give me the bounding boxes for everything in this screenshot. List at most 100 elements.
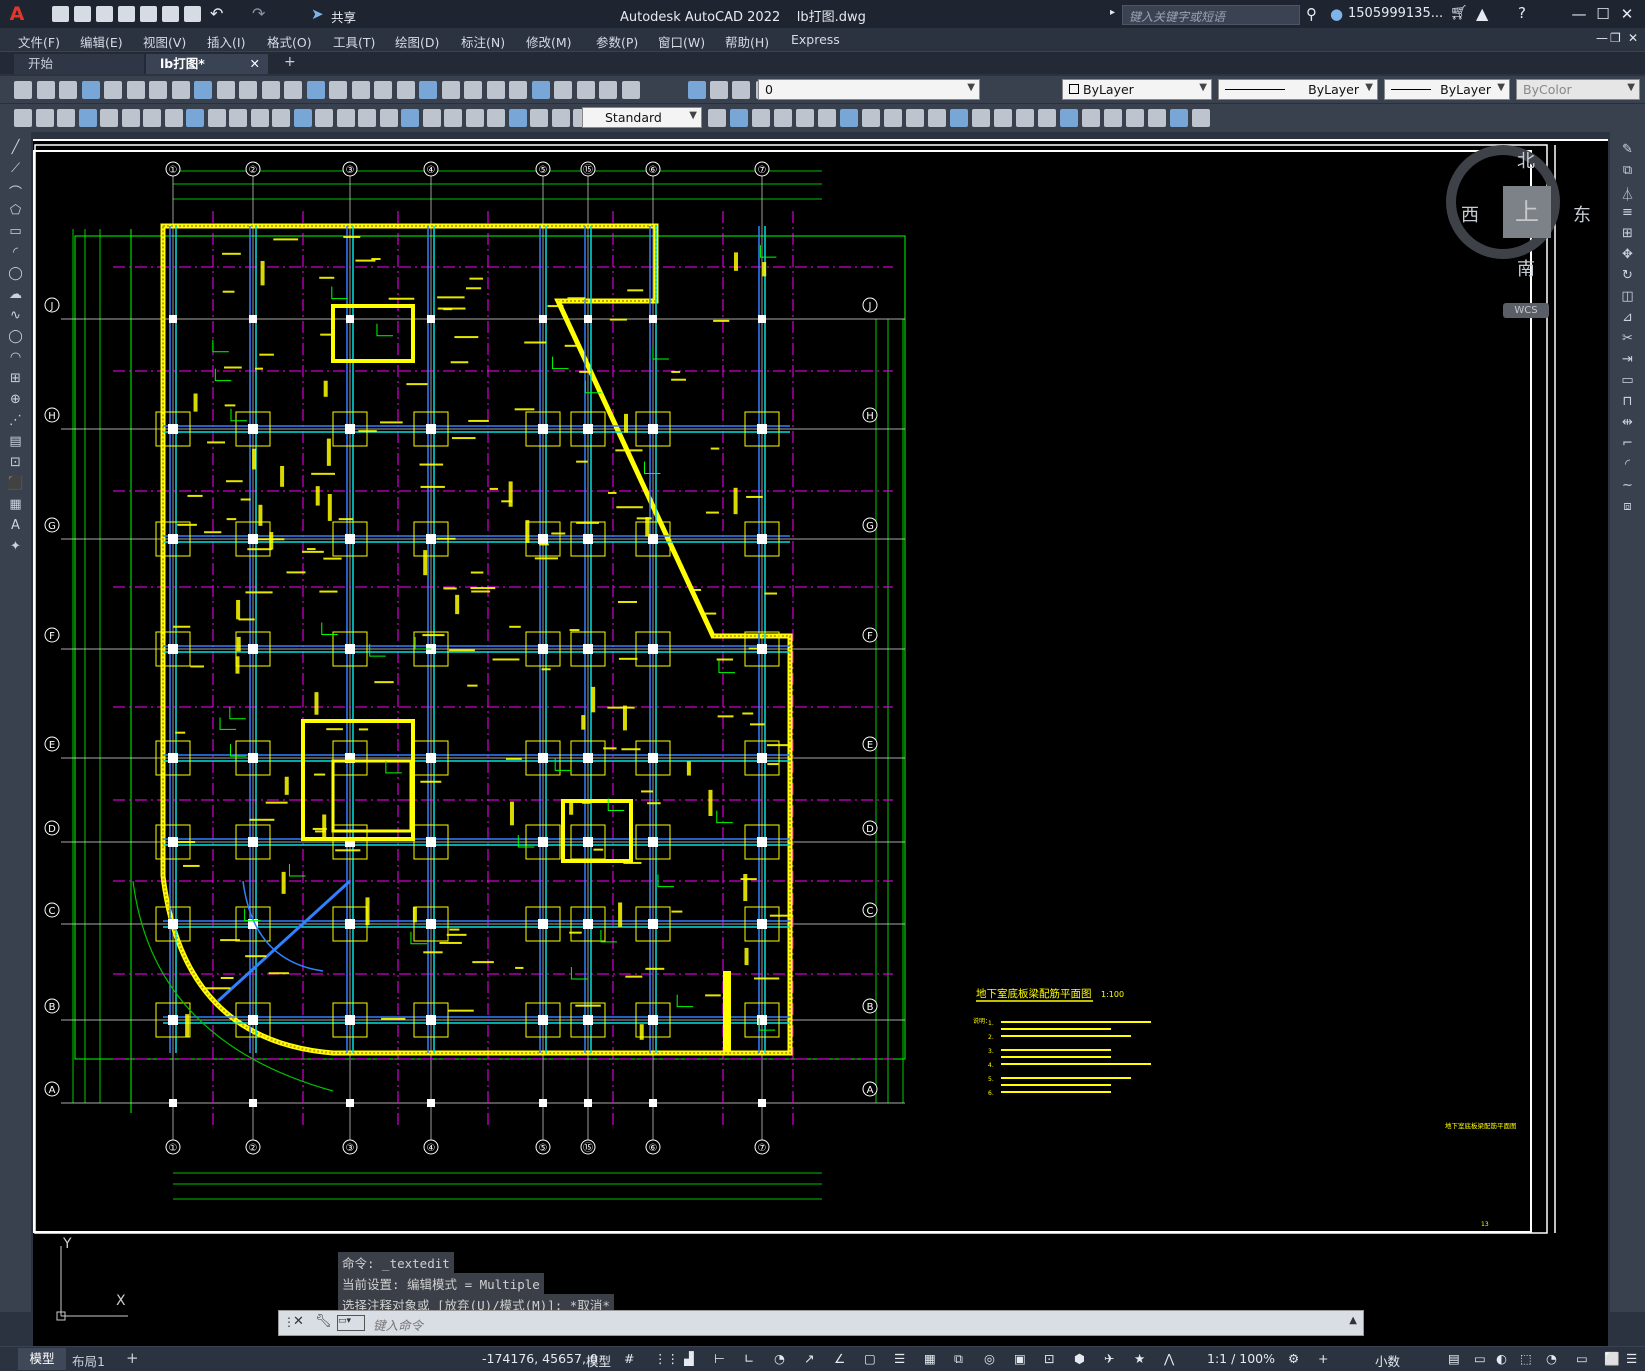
new-icon[interactable]: [52, 6, 69, 22]
menu-dimension[interactable]: 标注(N): [461, 32, 505, 51]
toolbar-tool-icon[interactable]: [487, 81, 505, 99]
modify-tool-icon[interactable]: ◫: [1619, 289, 1636, 305]
viewcube-top-face[interactable]: 上: [1503, 186, 1551, 238]
search-expand-icon[interactable]: ▸: [1110, 7, 1115, 18]
toolbar-tool-icon[interactable]: [509, 109, 527, 127]
status-tool-icon[interactable]: ▭: [1474, 1351, 1486, 1366]
modify-tool-icon[interactable]: ⇥: [1619, 352, 1636, 368]
menu-parametric[interactable]: 参数(P): [596, 32, 638, 51]
wcs-menu[interactable]: WCS: [1503, 303, 1549, 318]
status-toggle-icon[interactable]: ☰: [894, 1351, 905, 1366]
modify-tool-icon[interactable]: ∼: [1619, 478, 1636, 494]
status-toggle-icon[interactable]: ✈︎: [1104, 1351, 1114, 1366]
status-toggle-icon[interactable]: ▢: [864, 1351, 876, 1366]
draw-tool-icon[interactable]: ✦: [7, 539, 24, 555]
status-toggle-icon[interactable]: ⋀: [1164, 1351, 1174, 1366]
doc-minimize-button[interactable]: —: [1596, 31, 1608, 45]
draw-tool-icon[interactable]: ◯: [7, 329, 24, 345]
toolbar-tool-icon[interactable]: [337, 109, 355, 127]
draw-tool-icon[interactable]: ⊡: [7, 455, 24, 471]
toolbar-tool-icon[interactable]: [59, 81, 77, 99]
status-toggle-icon[interactable]: ▣: [1014, 1351, 1026, 1366]
toolbar-tool-icon[interactable]: [284, 81, 302, 99]
draw-tool-icon[interactable]: ▦: [7, 497, 24, 513]
viewcube-north[interactable]: 北: [1517, 147, 1535, 173]
status-toggle-icon[interactable]: ∠: [834, 1351, 845, 1366]
toolbar-tool-icon[interactable]: [466, 109, 484, 127]
toolbar-tool-icon[interactable]: [796, 109, 814, 127]
toolbar-tool-icon[interactable]: [1170, 109, 1188, 127]
menu-help[interactable]: 帮助(H): [725, 32, 769, 51]
menu-draw[interactable]: 绘图(D): [395, 32, 439, 51]
tab-layout1[interactable]: 布局1: [72, 1351, 105, 1370]
minimize-button[interactable]: —: [1568, 4, 1590, 24]
toolbar-tool-icon[interactable]: [622, 81, 640, 99]
modify-tool-icon[interactable]: ⌐: [1619, 436, 1636, 452]
status-tool-icon[interactable]: ▤: [1448, 1351, 1460, 1366]
draw-tool-icon[interactable]: ◠: [7, 350, 24, 366]
model-space-button[interactable]: 模型: [586, 1351, 611, 1370]
toolbar-tool-icon[interactable]: [165, 109, 183, 127]
customize-icon[interactable]: 🔧︎: [315, 1314, 332, 1329]
status-tool-icon[interactable]: ⬚: [1520, 1351, 1532, 1366]
status-tool-icon[interactable]: ☰: [1626, 1351, 1637, 1366]
save-web-icon[interactable]: [162, 6, 179, 22]
modify-tool-icon[interactable]: ⧉: [1619, 163, 1636, 179]
toolbar-tool-icon[interactable]: [352, 81, 370, 99]
coordinates-display[interactable]: -174176, 45657, 0: [482, 1351, 598, 1366]
menu-express[interactable]: Express: [791, 32, 840, 47]
modify-tool-icon[interactable]: ⧈: [1619, 499, 1636, 515]
draw-tool-icon[interactable]: ⬛: [7, 476, 24, 492]
toolbar-tool-icon[interactable]: [307, 81, 325, 99]
modify-tool-icon[interactable]: ⊿: [1619, 310, 1636, 326]
draw-tool-icon[interactable]: ▭: [7, 224, 24, 240]
status-toggle-icon[interactable]: ⋮⋮: [654, 1351, 679, 1366]
toolbar-tool-icon[interactable]: [862, 109, 880, 127]
status-toggle-icon[interactable]: ★: [1134, 1351, 1145, 1366]
user-account[interactable]: 1505999135...: [1348, 6, 1443, 21]
modify-tool-icon[interactable]: ⊞: [1619, 226, 1636, 242]
toolbar-tool-icon[interactable]: [423, 109, 441, 127]
cart-icon[interactable]: 🛒︎: [1450, 5, 1468, 21]
toolbar-tool-icon[interactable]: [401, 109, 419, 127]
command-input[interactable]: 键入命令: [373, 1315, 423, 1334]
toolbar-tool-icon[interactable]: [732, 81, 750, 99]
toolbar-tool-icon[interactable]: [1126, 109, 1144, 127]
toolbar-tool-icon[interactable]: [127, 81, 145, 99]
toolbar-tool-icon[interactable]: [928, 109, 946, 127]
modify-tool-icon[interactable]: ◜: [1619, 457, 1636, 473]
toolbar-tool-icon[interactable]: [194, 81, 212, 99]
tab-model[interactable]: 模型: [18, 1348, 66, 1370]
modify-tool-icon[interactable]: ⊓: [1619, 394, 1636, 410]
close-window-button[interactable]: ✕: [1616, 4, 1638, 24]
toolbar-tool-icon[interactable]: [972, 109, 990, 127]
draw-tool-icon[interactable]: ⊞: [7, 371, 24, 387]
units-display[interactable]: 小数: [1375, 1351, 1400, 1370]
toolbar-tool-icon[interactable]: [37, 81, 55, 99]
status-toggle-icon[interactable]: ⬢: [1074, 1351, 1085, 1366]
toolbar-tool-icon[interactable]: [688, 81, 706, 99]
draw-tool-icon[interactable]: A: [7, 518, 24, 534]
status-tool-icon[interactable]: ▭: [1576, 1351, 1588, 1366]
toolbar-tool-icon[interactable]: [509, 81, 527, 99]
toolbar-tool-icon[interactable]: [143, 109, 161, 127]
toolbar-tool-icon[interactable]: [329, 81, 347, 99]
toolbar-tool-icon[interactable]: [752, 109, 770, 127]
plot-icon[interactable]: [184, 6, 201, 22]
close-command-icon[interactable]: ✕: [293, 1314, 304, 1329]
search-icon[interactable]: ⚲: [1306, 5, 1317, 23]
modify-tool-icon[interactable]: ✎: [1619, 142, 1636, 158]
draw-tool-icon[interactable]: ▤: [7, 434, 24, 450]
toolbar-tool-icon[interactable]: [57, 109, 75, 127]
draw-tool-icon[interactable]: ╱: [7, 140, 24, 156]
toolbar-tool-icon[interactable]: [82, 81, 100, 99]
open-icon[interactable]: [74, 6, 91, 22]
toolbar-tool-icon[interactable]: [36, 109, 54, 127]
toolbar-tool-icon[interactable]: [272, 109, 290, 127]
save-as-icon[interactable]: [118, 6, 135, 22]
maximize-button[interactable]: ☐: [1592, 4, 1614, 24]
toolbar-tool-icon[interactable]: [315, 109, 333, 127]
draw-tool-icon[interactable]: ⟋: [7, 161, 24, 177]
status-tool-icon[interactable]: ◐: [1496, 1351, 1507, 1366]
draw-tool-icon[interactable]: ☁︎: [7, 287, 24, 303]
